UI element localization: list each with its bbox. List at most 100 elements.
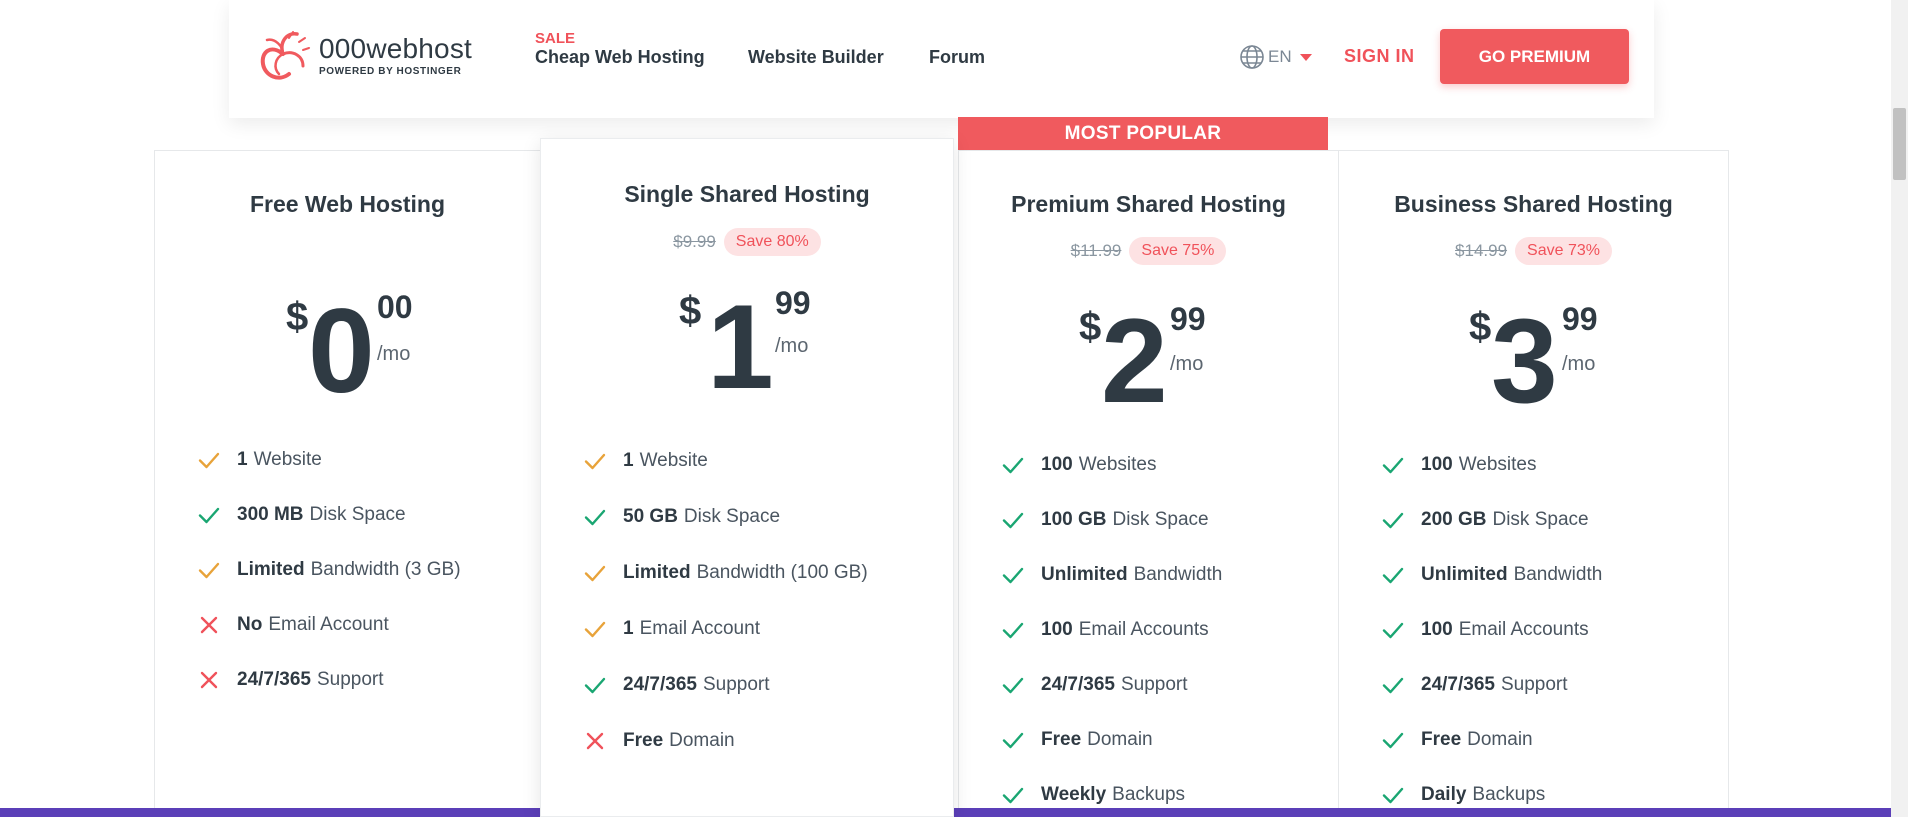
feature-label: Websites — [1078, 454, 1157, 475]
feature-value: 24/7/365 — [1041, 674, 1115, 695]
feature-value: No — [237, 614, 263, 635]
feature-value: 300 MB — [237, 504, 304, 525]
check-partial-icon — [198, 562, 220, 579]
cross-icon — [200, 616, 218, 634]
feature-item: 200 GB Disk Space — [1381, 508, 1589, 532]
globe-icon — [1240, 45, 1264, 69]
logo-tagline: POWERED BY HOSTINGER — [319, 65, 462, 77]
plan-title: Premium Shared Hosting — [1011, 191, 1286, 217]
feature-label: Bandwidth (100 GB) — [696, 562, 868, 583]
price-currency: $ — [286, 295, 309, 339]
check-icon — [1002, 512, 1024, 529]
feature-item: 100 Websites — [1381, 453, 1537, 477]
price-period: /mo — [1170, 353, 1204, 375]
price-currency: $ — [679, 289, 702, 333]
feature-item: Limited Bandwidth (3 GB) — [197, 558, 461, 582]
chevron-down-icon — [1299, 53, 1312, 61]
feature-item: Daily Backups — [1381, 783, 1545, 807]
feature-value: Limited — [237, 559, 305, 580]
feature-value: 24/7/365 — [1421, 674, 1495, 695]
feature-label: Bandwidth — [1513, 564, 1603, 585]
feature-label: Support — [316, 669, 384, 690]
check-icon — [1382, 622, 1404, 639]
feature-value: 100 — [1421, 619, 1453, 640]
check-icon — [1382, 457, 1404, 474]
price-dollars: 0 — [308, 284, 375, 418]
feature-value: 50 GB — [623, 506, 678, 527]
sale-tag: SALE — [535, 30, 576, 47]
feature-label: Email Accounts — [1078, 619, 1209, 640]
price-cents: 99 — [775, 285, 811, 321]
logo[interactable]: 000webhost POWERED BY HOSTINGER — [253, 24, 472, 86]
nav-website-builder[interactable]: Website Builder — [748, 47, 884, 68]
plan-price: $ 2 99 /mo — [959, 297, 1338, 421]
feature-value: 100 — [1041, 619, 1073, 640]
feature-item: Unlimited Bandwidth — [1381, 563, 1602, 587]
save-badge: Save 75% — [1129, 237, 1227, 265]
scrollbar-thumb[interactable] — [1893, 108, 1906, 180]
feature-value: 200 GB — [1421, 509, 1487, 530]
feature-item: 24/7/365 Support — [1001, 673, 1188, 697]
feature-value: Limited — [623, 562, 691, 583]
price-cents: 99 — [1562, 301, 1598, 337]
page-scrollbar[interactable] — [1891, 0, 1908, 817]
feature-label: Support — [702, 674, 770, 695]
price-period: /mo — [1562, 353, 1596, 375]
check-icon — [1382, 512, 1404, 529]
feature-item: 100 Email Accounts — [1381, 618, 1589, 642]
feature-value: Daily — [1421, 784, 1467, 805]
feature-value: Weekly — [1041, 784, 1107, 805]
price-period: /mo — [377, 343, 411, 365]
feature-label: Domain — [669, 730, 735, 751]
check-icon — [1382, 567, 1404, 584]
check-icon — [1002, 622, 1024, 639]
feature-value: 100 — [1421, 454, 1453, 475]
feature-item: 1 Website — [197, 448, 322, 472]
feature-value: 24/7/365 — [237, 669, 311, 690]
feature-label: Website — [639, 450, 708, 471]
plan-card-free: Free Web Hosting $ 0 00 /mo 1 Website 300 … — [154, 150, 541, 817]
cross-icon — [200, 671, 218, 689]
feature-value: 1 — [623, 618, 634, 639]
feature-item: 100 Websites — [1001, 453, 1157, 477]
feature-value: Free — [623, 730, 664, 751]
feature-label: Backups — [1472, 784, 1546, 805]
feature-value: 24/7/365 — [623, 674, 697, 695]
save-badge: Save 80% — [723, 228, 821, 256]
check-partial-icon — [584, 621, 606, 638]
feature-label: Disk Space — [1492, 509, 1589, 530]
feature-item: Limited Bandwidth (100 GB) — [583, 561, 868, 585]
plan-price: $ 3 99 /mo — [1339, 297, 1728, 421]
price-dollars: 2 — [1101, 294, 1168, 428]
feature-item: No Email Account — [197, 613, 389, 637]
old-price: $14.99 — [1455, 241, 1508, 260]
nav-forum[interactable]: Forum — [929, 47, 985, 68]
check-icon — [1382, 677, 1404, 694]
price-dollars: 3 — [1491, 294, 1558, 428]
language-selector[interactable]: EN — [1239, 44, 1312, 70]
plan-price: $ 0 00 /mo — [155, 284, 540, 418]
feature-label: Disk Space — [1112, 509, 1209, 530]
feature-item: Free Domain — [1001, 728, 1153, 752]
sign-in-link[interactable]: SIGN IN — [1344, 46, 1415, 67]
nav-cheap-web-hosting[interactable]: Cheap Web Hosting — [535, 47, 705, 68]
check-partial-icon — [198, 452, 220, 469]
feature-item: 100 GB Disk Space — [1001, 508, 1209, 532]
check-icon — [1002, 787, 1024, 804]
price-currency: $ — [1469, 305, 1492, 349]
feature-value: Unlimited — [1421, 564, 1508, 585]
feature-label: Disk Space — [683, 506, 781, 527]
go-premium-button[interactable]: GO PREMIUM — [1440, 29, 1629, 84]
feature-label: Domain — [1467, 729, 1533, 750]
feature-value: Unlimited — [1041, 564, 1128, 585]
feature-item: Weekly Backups — [1001, 783, 1185, 807]
feature-value: 1 — [623, 450, 634, 471]
site-header: 000webhost POWERED BY HOSTINGER SALE Che… — [229, 0, 1654, 118]
feature-value: Free — [1041, 729, 1082, 750]
check-icon — [1002, 457, 1024, 474]
feature-item: 24/7/365 Support — [583, 673, 770, 697]
plan-title: Free Web Hosting — [249, 191, 446, 217]
feature-item: Unlimited Bandwidth — [1001, 563, 1222, 587]
feature-label: Support — [1500, 674, 1568, 695]
feature-item: 24/7/365 Support — [1381, 673, 1568, 697]
